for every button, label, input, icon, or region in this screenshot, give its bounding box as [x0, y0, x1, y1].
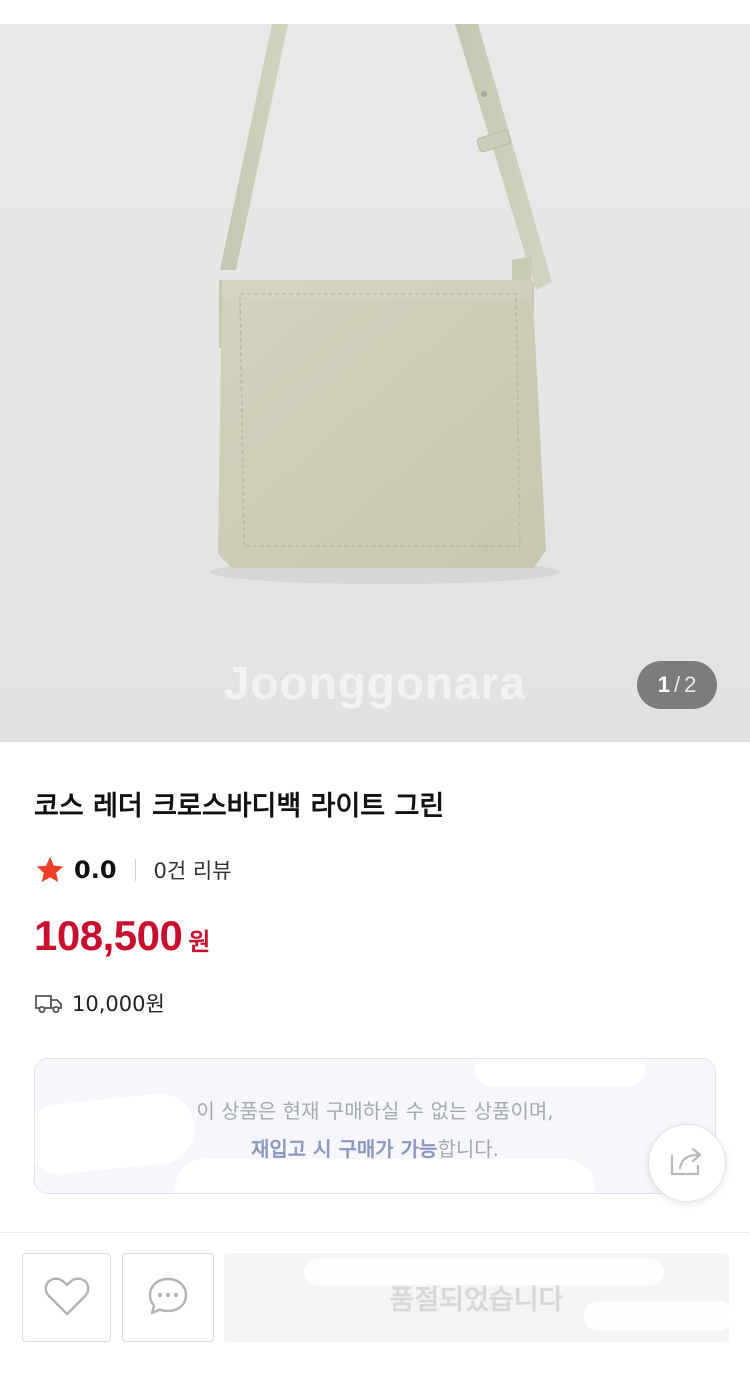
bottom-bar-divider [0, 1232, 750, 1233]
rating-divider [134, 859, 136, 881]
product-image [210, 24, 560, 584]
wish-button[interactable] [22, 1253, 111, 1342]
review-count[interactable]: 0건 리뷰 [154, 855, 232, 885]
obscuring-smudge [584, 1301, 729, 1331]
chat-bubble-icon [146, 1275, 190, 1321]
price-value: 108,500 [34, 912, 183, 959]
share-button[interactable] [648, 1124, 726, 1202]
pager-separator: / [673, 672, 681, 697]
pager-total: 2 [684, 672, 697, 697]
product-title: 코스 레더 크로스바디백 라이트 그린 [34, 791, 445, 822]
shipping-fee: 10,000원 [72, 992, 165, 1016]
chat-button[interactable] [122, 1253, 214, 1342]
soldout-button[interactable]: 품절되었습니다 [224, 1253, 729, 1342]
pager-current: 1 [657, 672, 670, 697]
obscuring-smudge [475, 1059, 645, 1087]
notice-line2-rest: 합니다. [437, 1137, 500, 1161]
rating-row[interactable]: 0.0 0건 리뷰 [34, 852, 232, 888]
star-icon [34, 854, 66, 886]
image-pager: 1 / 2 [637, 661, 717, 709]
truck-icon [34, 991, 64, 1015]
obscuring-smudge [175, 1159, 595, 1193]
purchase-unavailable-notice: 이 상품은 현재 구매하실 수 없는 상품이며, 재입고 시 구매가 가능합니다… [34, 1058, 716, 1194]
product-image-gallery[interactable]: Joonggonara 1 / 2 [0, 24, 750, 742]
notice-emphasis: 재입고 시 구매가 가능 [250, 1137, 438, 1161]
rating-value: 0.0 [74, 856, 117, 884]
obscuring-smudge [304, 1259, 664, 1285]
top-strip [0, 0, 750, 24]
price-currency: 원 [188, 928, 211, 956]
obscuring-smudge [35, 1090, 199, 1178]
heart-icon [43, 1274, 91, 1322]
price-row: 108,500 원 [34, 912, 210, 960]
share-icon [668, 1144, 706, 1182]
shipping-row: 10,000원 [34, 986, 165, 1020]
